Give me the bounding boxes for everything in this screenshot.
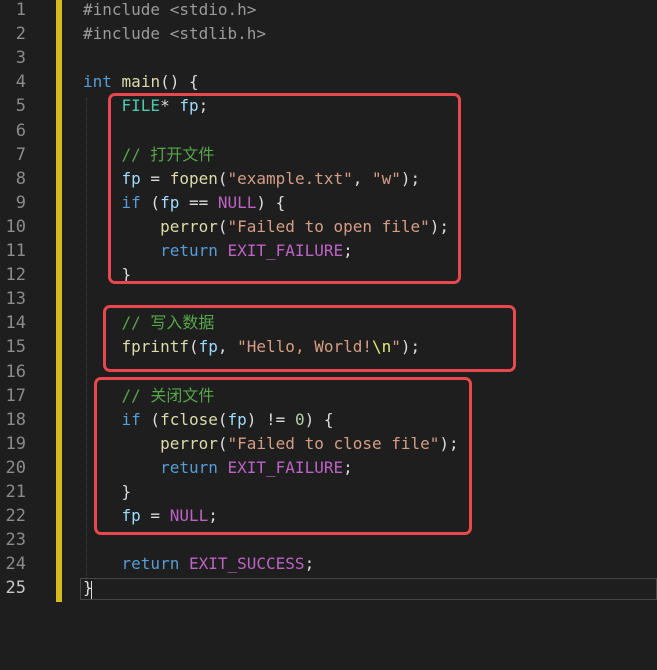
line-number: 20 — [5, 457, 26, 478]
highlight-box-write-data — [103, 305, 516, 372]
code-token: #include <stdio.h> — [83, 0, 257, 19]
line-number: 25 — [5, 578, 26, 599]
line-number: 13 — [5, 289, 26, 310]
code-token: return — [121, 554, 180, 574]
line-number: 12 — [5, 265, 26, 286]
code-editor[interactable]: 1 #include <stdio.h> 2 #include <stdlib.h> 3… — [0, 0, 657, 670]
line-number: 10 — [5, 216, 26, 237]
line-number: 9 — [15, 192, 26, 213]
code-line[interactable]: 2 #include <stdlib.h> — [0, 22, 657, 46]
line-number: 18 — [5, 409, 26, 430]
line-number: 6 — [15, 120, 26, 141]
code-text: return EXIT_SUCCESS; — [83, 552, 315, 576]
code-text: int main() { — [83, 70, 199, 94]
line-number: 8 — [15, 168, 26, 189]
code-token: main — [121, 72, 161, 92]
line-number: 4 — [15, 72, 26, 93]
code-line[interactable]: 4 int main() { — [0, 70, 657, 94]
code-line[interactable]: 25} — [0, 576, 657, 600]
text-caret — [91, 581, 92, 599]
line-number: 24 — [5, 554, 26, 575]
code-token: EXIT_SUCCESS — [188, 554, 305, 574]
line-number: 1 — [15, 0, 26, 20]
line-number: 3 — [15, 48, 26, 69]
line-number: 19 — [5, 433, 26, 454]
code-text: #include <stdlib.h> — [83, 22, 266, 46]
code-token: ; — [304, 554, 315, 574]
line-number: 2 — [15, 24, 26, 45]
line-number: 21 — [5, 482, 26, 502]
line-number: 7 — [15, 144, 26, 165]
line-number: 16 — [5, 361, 26, 382]
line-number: 5 — [15, 96, 26, 117]
code-token: #include <stdlib.h> — [83, 24, 267, 44]
code-token: () { — [160, 72, 199, 92]
line-number: 22 — [5, 506, 26, 527]
code-text: #include <stdio.h> — [83, 0, 256, 22]
code-line[interactable]: 1 #include <stdio.h> — [0, 0, 657, 22]
code-line[interactable]: 3 — [0, 46, 657, 70]
line-number: 23 — [5, 530, 26, 551]
highlight-box-open-file — [108, 93, 461, 284]
line-number: 17 — [5, 385, 26, 406]
line-number: 11 — [5, 241, 26, 261]
code-line[interactable]: 24 return EXIT_SUCCESS; — [0, 552, 657, 576]
line-number: 14 — [5, 313, 26, 334]
highlight-box-close-file — [94, 377, 472, 535]
line-number: 15 — [5, 337, 26, 358]
code-token: int — [83, 72, 112, 92]
